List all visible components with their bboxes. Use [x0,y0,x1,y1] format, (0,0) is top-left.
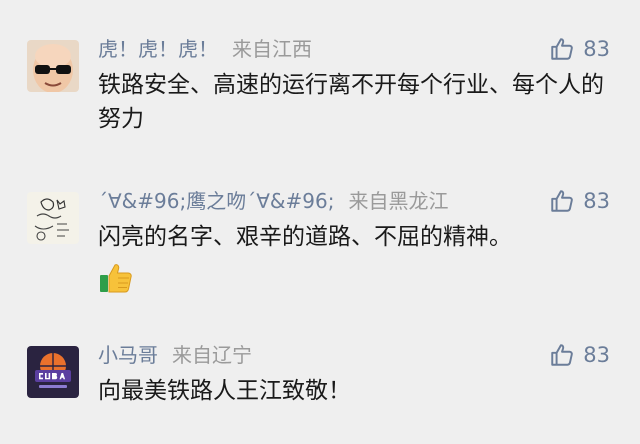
like-button[interactable]: 83 [549,340,610,370]
bald-man-glasses-icon [27,40,79,92]
like-button[interactable]: 83 [549,34,610,64]
avatar[interactable] [27,346,79,398]
comment-list: 虎！虎！虎！ 来自江西 83 铁路安全、高速的运行离不开每个行业、每个人的努力 ´… [0,0,640,444]
avatar[interactable] [27,40,79,92]
thumbs-up-emoji-icon [98,260,134,296]
hand-drawn-sketch-icon [27,192,79,244]
like-count: 83 [583,189,610,213]
comment-item: 小马哥 来自辽宁 83 向最美铁路人王江致敬！ [0,334,640,434]
thumbs-up-icon [551,344,574,366]
thumbs-up-icon [551,38,574,60]
comment-header: 小马哥 来自辽宁 [98,340,252,370]
username[interactable]: ´∀&#96;鹰之吻´∀&#96; [98,189,334,213]
comment-text: 向最美铁路人王江致敬！ [98,378,351,404]
comment-header: 虎！虎！虎！ 来自江西 [98,34,312,64]
comment-text: 铁路安全、高速的运行离不开每个行业、每个人的努力 [98,72,604,132]
location-label: 来自江西 [232,37,312,61]
like-count: 83 [583,343,610,367]
comment-text: 闪亮的名字、艰辛的道路、不屈的精神。 [98,224,512,250]
avatar[interactable] [27,192,79,244]
username[interactable]: 小马哥 [98,343,158,367]
location-label: 来自辽宁 [172,343,252,367]
comment-item: 虎！虎！虎！ 来自江西 83 铁路安全、高速的运行离不开每个行业、每个人的努力 [0,28,640,158]
like-count: 83 [583,37,610,61]
location-label: 来自黑龙江 [348,189,449,213]
username[interactable]: 虎！虎！虎！ [98,37,218,61]
comment-item: ´∀&#96;鹰之吻´∀&#96; 来自黑龙江 83 闪亮的名字、艰辛的道路、不屈… [0,180,640,320]
cuba-basketball-logo-icon [27,346,79,398]
comment-header: ´∀&#96;鹰之吻´∀&#96; 来自黑龙江 [98,186,448,216]
thumbs-up-icon [551,190,574,212]
like-button[interactable]: 83 [549,186,610,216]
